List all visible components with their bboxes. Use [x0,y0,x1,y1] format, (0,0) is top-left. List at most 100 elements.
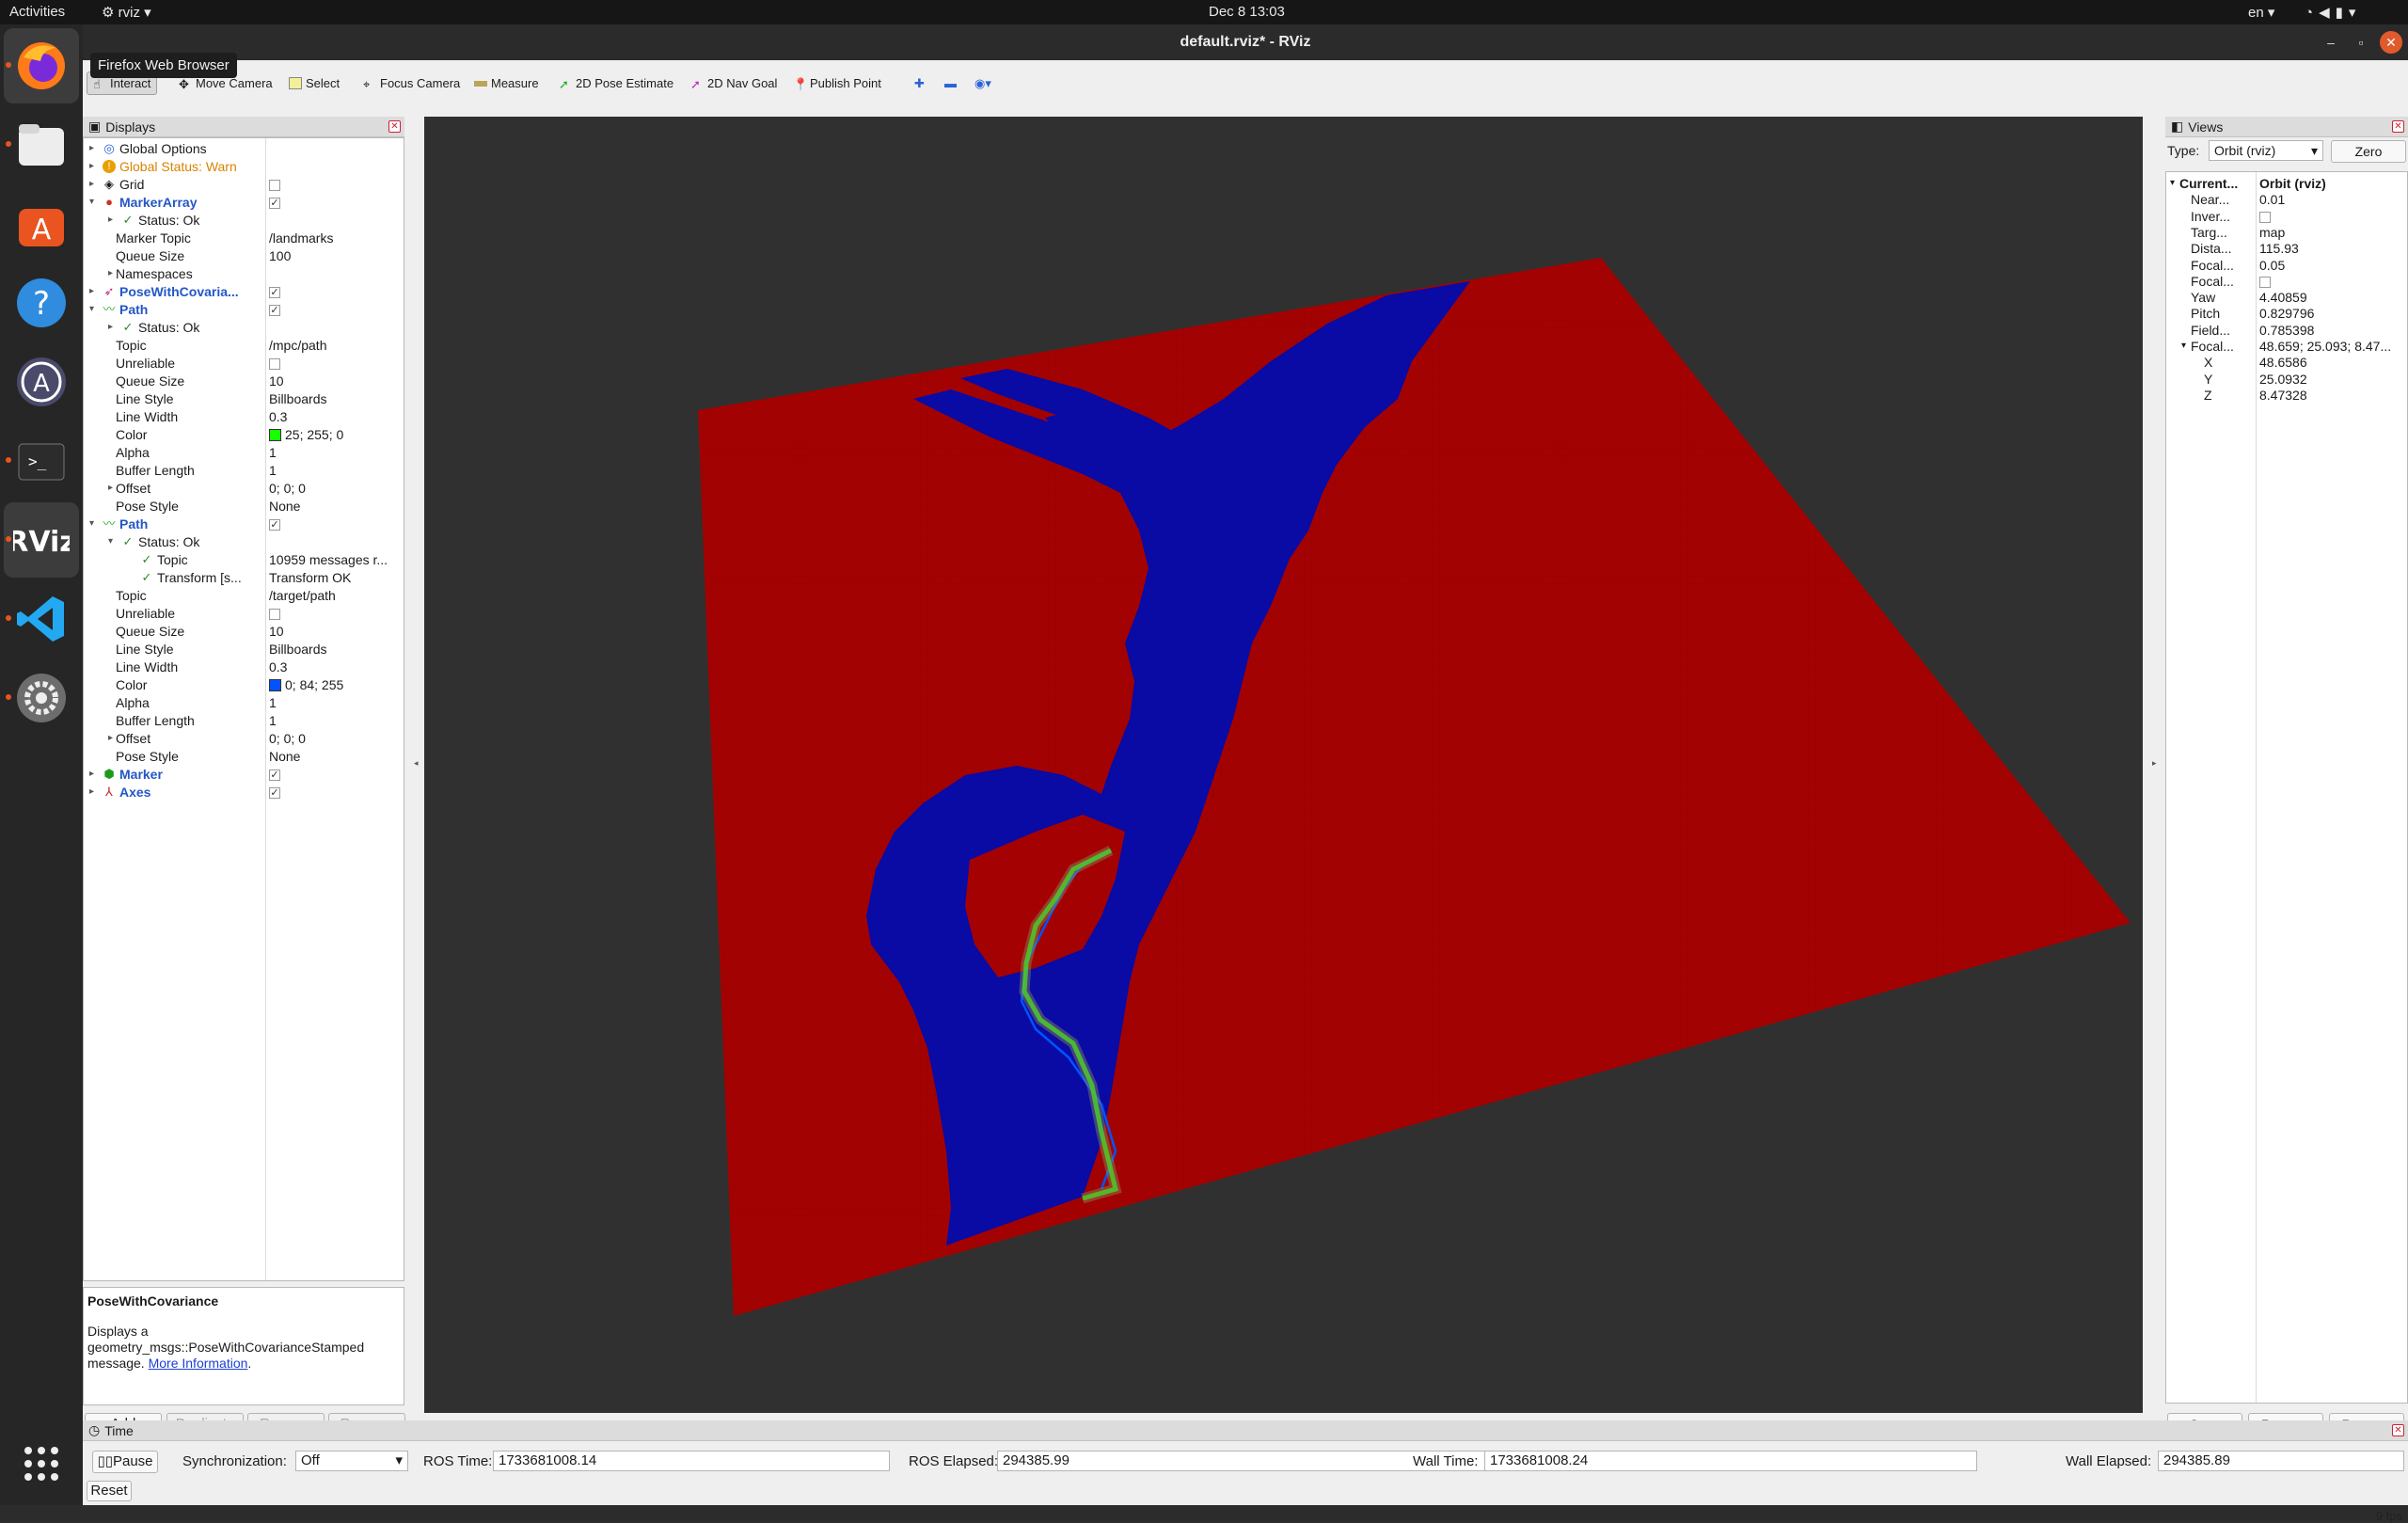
views-tree[interactable]: ▾ Current... Orbit (rviz) Near... 0.01 Inver.… [2165,171,2408,1404]
expand-arrow-icon[interactable]: ▸ [89,286,94,296]
close-button[interactable]: ✕ [2380,31,2402,54]
display-row[interactable]: ▸ ◎ Global Options [84,140,404,158]
display-row[interactable]: Color 25; 255; 0 [84,426,404,444]
view-property-row[interactable]: ▾ Current... Orbit (rviz) [2166,176,2407,192]
display-row-value[interactable]: 25; 255; 0 [269,427,401,442]
expand-arrow-open-icon[interactable]: ▾ [89,197,94,207]
display-row[interactable]: Buffer Length 1 [84,462,404,480]
maximize-button[interactable]: ▫ [2350,31,2372,54]
view-property-row[interactable]: Targ... map [2166,225,2407,241]
display-row[interactable]: ▸ Namespaces [84,265,404,283]
enable-checkbox[interactable] [269,609,280,621]
display-row-value[interactable] [269,177,401,192]
display-row[interactable]: Line Width 0.3 [84,408,404,426]
wall-time-field[interactable]: 1733681008.24 [1484,1451,1977,1471]
view-property-row[interactable]: Y 25.0932 [2166,372,2407,388]
displays-tree[interactable]: ▸ ◎ Global Options ▸! Global Status: Warn ▸ ◈ G… [83,137,404,1281]
view-property-value[interactable]: map [2259,225,2406,240]
display-row[interactable]: ▸ Offset 0; 0; 0 [84,730,404,748]
expand-arrow-icon[interactable]: ▸ [108,268,113,278]
display-row[interactable]: ▸ Offset 0; 0; 0 [84,480,404,498]
expand-arrow-open-icon[interactable]: ▾ [89,518,94,529]
display-row[interactable]: ▸ ◈ Grid [84,176,404,194]
view-property-row[interactable]: Z 8.47328 [2166,388,2407,404]
display-row[interactable]: ▾ 〰 Path ✓ [84,516,404,533]
close-icon[interactable]: ✕ [2392,120,2404,133]
publish-point-tool[interactable]: 📍 Publish Point [787,71,887,95]
display-row[interactable]: ▸ ⅄ Axes ✓ [84,784,404,801]
measure-tool[interactable]: Measure [468,71,545,95]
enable-checkbox[interactable] [269,358,280,371]
display-row-value[interactable]: /mpc/path [269,338,401,353]
display-row[interactable]: ▾ 〰 Path ✓ [84,301,404,319]
display-row-value[interactable]: 1 [269,695,401,710]
tool-properties-button[interactable]: ◉▾ [969,71,997,95]
window-titlebar[interactable]: default.rviz* - RViz – ▫ ✕ [83,24,2408,60]
display-row-value[interactable]: 1 [269,463,401,478]
right-splitter-handle[interactable]: ▸ [2152,758,2157,769]
view-property-value[interactable]: 0.829796 [2259,306,2406,321]
dock-terminal[interactable]: >_ [4,423,79,499]
expand-arrow-open-icon[interactable]: ▾ [108,536,113,547]
display-row[interactable]: Alpha 1 [84,444,404,462]
dock-app-grid[interactable] [4,1426,79,1501]
display-row-value[interactable]: 10 [269,624,401,639]
expand-arrow-open-icon[interactable]: ▾ [2181,341,2186,351]
display-row-value[interactable]: 100 [269,248,401,263]
view-property-value[interactable]: 25.0932 [2259,372,2406,387]
dock-vscode[interactable] [4,581,79,657]
view-property-value[interactable]: 0.05 [2259,258,2406,273]
display-row-value[interactable]: 10 [269,373,401,389]
display-row-value[interactable]: 0; 0; 0 [269,731,401,746]
view-property-row[interactable]: Pitch 0.829796 [2166,306,2407,322]
enable-checkbox[interactable] [269,180,280,192]
dock-rviz[interactable]: RViz [4,502,79,578]
expand-arrow-open-icon[interactable]: ▾ [89,304,94,314]
display-row[interactable]: Queue Size 10 [84,623,404,641]
display-row[interactable]: ✓ Topic 10959 messages r... [84,551,404,569]
more-information-link[interactable]: More Information [149,1356,248,1371]
expand-arrow-icon[interactable]: ▸ [89,143,94,153]
dock-settings[interactable] [4,660,79,736]
dock-app-center[interactable]: A [4,186,79,262]
view-property-value[interactable] [2259,274,2406,289]
expand-arrow-icon[interactable]: ▸ [108,322,113,332]
view-property-row[interactable]: Focal... [2166,274,2407,290]
view-property-value[interactable]: 115.93 [2259,241,2406,256]
minimize-button[interactable]: – [2320,31,2342,54]
render-viewport[interactable] [424,117,2143,1413]
display-row[interactable]: Unreliable [84,355,404,373]
expand-arrow-icon[interactable]: ▸ [89,769,94,779]
enable-checkbox[interactable]: ✓ [269,787,280,800]
display-row[interactable]: ▸! Global Status: Warn [84,158,404,176]
dock-help[interactable]: ? [4,265,79,341]
enable-checkbox[interactable]: ✓ [269,198,280,210]
display-row[interactable]: Marker Topic/landmarks [84,230,404,247]
display-row[interactable]: Queue Size 100 [84,247,404,265]
reset-button[interactable]: Reset [87,1481,132,1501]
display-row-value[interactable]: 0; 84; 255 [269,677,401,692]
dock-firefox[interactable] [4,28,79,103]
view-property-value[interactable]: 48.6586 [2259,355,2406,370]
select-tool[interactable]: Select [283,71,345,95]
display-row[interactable]: Line Width 0.3 [84,658,404,676]
display-row[interactable]: Pose Style None [84,748,404,766]
sync-select[interactable]: Off ▾ [295,1451,408,1471]
wall-elapsed-field[interactable]: 294385.89 [2158,1451,2404,1471]
activities-button[interactable]: Activities [9,4,65,20]
view-property-row[interactable]: Yaw 4.40859 [2166,290,2407,306]
display-row-value[interactable]: 10959 messages r... [269,552,401,567]
display-row[interactable]: Color 0; 84; 255 [84,676,404,694]
app-menu[interactable]: ⚙ rviz ▾ [102,4,151,21]
view-property-row[interactable]: Inver... [2166,209,2407,225]
display-row[interactable]: Pose Style None [84,498,404,516]
display-row-value[interactable]: 1 [269,445,401,460]
system-tray[interactable]: ◔◀▮▾ [2305,4,2361,21]
occupancy-map-render[interactable] [424,117,2143,1413]
ros-time-field[interactable]: 1733681008.14 [493,1451,890,1471]
expand-arrow-icon[interactable]: ▸ [89,161,94,171]
display-row-value[interactable]: Transform OK [269,570,401,585]
display-row[interactable]: Topic/target/path [84,587,404,605]
clock[interactable]: Dec 8 13:03 [1209,4,1285,20]
display-row[interactable]: Topic/mpc/path [84,337,404,355]
